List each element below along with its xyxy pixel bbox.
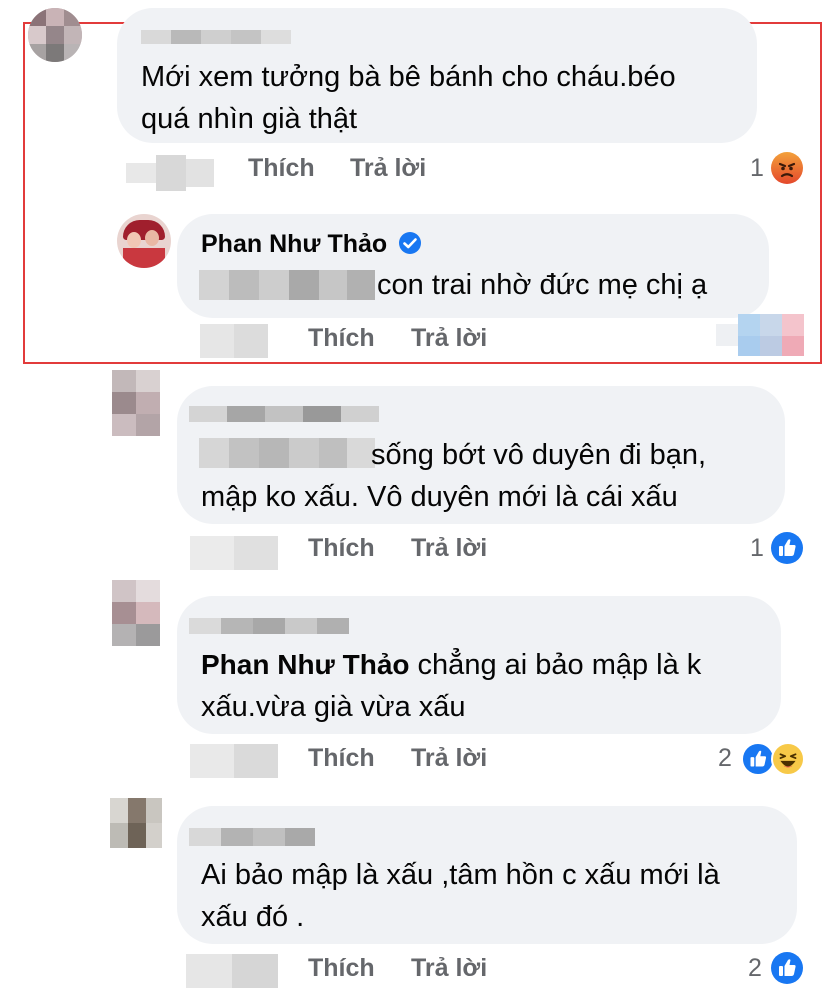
comment-bubble: sống bớt vô duyên đi bạn, mập ko xấu. Vô… xyxy=(177,386,785,524)
reaction-count[interactable]: 1 xyxy=(750,154,764,183)
reactions-blurred xyxy=(716,314,804,356)
like-icon xyxy=(741,742,775,776)
author-name-blurred[interactable] xyxy=(189,824,315,850)
like-button[interactable]: Thích xyxy=(308,324,375,353)
reaction-count[interactable]: 2 xyxy=(718,744,732,773)
comment-text: sống bớt vô duyên đi bạn, mập ko xấu. Vô… xyxy=(201,439,707,513)
avatar[interactable] xyxy=(110,798,162,848)
comment-text-line2: xấu.vừa già vừa xấu xyxy=(201,691,466,723)
reply-button[interactable]: Trả lời xyxy=(411,954,487,983)
like-icon xyxy=(771,952,803,984)
comment-text: Mới xem tưởng bà bê bánh cho cháu.béo qu… xyxy=(141,61,676,135)
reaction-count[interactable]: 1 xyxy=(750,534,764,563)
reply-button[interactable]: Trả lời xyxy=(411,324,487,353)
reaction-count[interactable]: 2 xyxy=(748,954,762,983)
timestamp-blurred xyxy=(200,322,270,360)
timestamp-blurred xyxy=(126,155,214,191)
reply-button[interactable]: Trả lời xyxy=(350,154,426,183)
like-icon xyxy=(771,532,803,564)
comment-bubble: Phan Như Thảo chẳng ai bảo mập là k xấu.… xyxy=(177,596,781,734)
author-name-blurred[interactable] xyxy=(141,26,291,48)
like-button[interactable]: Thích xyxy=(308,534,375,563)
like-button[interactable]: Thích xyxy=(308,744,375,773)
comment-text: Phan Như Thảo chẳng ai bảo mập là k xyxy=(201,644,701,686)
avatar[interactable] xyxy=(28,8,82,62)
timestamp-blurred xyxy=(186,950,278,990)
comment-text: Ai bảo mập là xấu ,tâm hồn c xấu mới là … xyxy=(201,859,720,933)
avatar[interactable] xyxy=(117,214,171,268)
comment-bubble: Mới xem tưởng bà bê bánh cho cháu.béo qu… xyxy=(117,8,757,143)
author-name-text[interactable]: Phan Như Thảo xyxy=(201,230,387,258)
author-name[interactable]: Phan Như Thảo xyxy=(201,230,422,262)
comment-bubble: Ai bảo mập là xấu ,tâm hồn c xấu mới là … xyxy=(177,806,797,944)
avatar[interactable] xyxy=(112,580,160,646)
mention-blurred xyxy=(199,266,375,304)
comment-bubble: Phan Như Thảo con trai nhờ đức mẹ chị ạ xyxy=(177,214,769,318)
haha-icon xyxy=(771,742,805,776)
comment-text-line1: chẳng ai bảo mập là k xyxy=(409,649,702,681)
reply-button[interactable]: Trả lời xyxy=(411,744,487,773)
like-button[interactable]: Thích xyxy=(248,154,315,183)
timestamp-blurred xyxy=(190,532,278,572)
mention-link[interactable]: Phan Như Thảo xyxy=(201,649,410,680)
angry-icon xyxy=(771,152,803,184)
avatar[interactable] xyxy=(112,370,160,436)
comment-text: con trai nhờ đức mẹ chị ạ xyxy=(377,269,708,301)
author-name-blurred[interactable] xyxy=(189,402,379,426)
timestamp-blurred xyxy=(190,740,278,780)
author-name-blurred[interactable] xyxy=(189,614,349,638)
reply-button[interactable]: Trả lời xyxy=(411,534,487,563)
verified-badge-icon xyxy=(398,231,422,262)
like-button[interactable]: Thích xyxy=(308,954,375,983)
